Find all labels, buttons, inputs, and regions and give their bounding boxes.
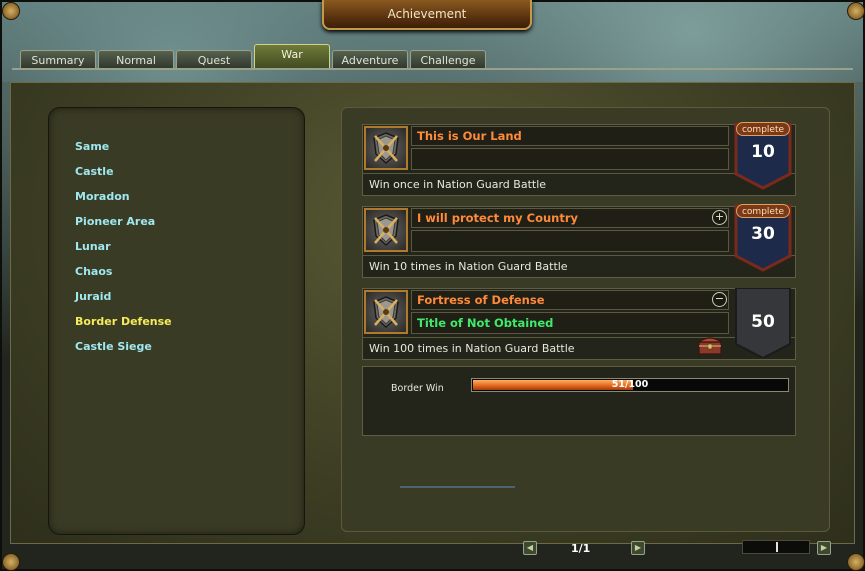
category-lunar[interactable]: Lunar (75, 240, 111, 253)
tab-adventure[interactable]: Adventure (332, 50, 408, 69)
achievement-item[interactable]: Fortress of Defense Title of Not Obtaine… (362, 288, 796, 360)
corner-ornament-bottom-left (2, 553, 20, 571)
category-panel: Same Castle Moradon Pioneer Area Lunar C… (48, 107, 305, 535)
shield-crossed-swords-icon (364, 126, 408, 170)
category-pioneer-area[interactable]: Pioneer Area (75, 215, 155, 228)
scroll-right-button[interactable]: ▶ (817, 541, 831, 555)
achievement-points: 30 (751, 224, 775, 244)
scroll-thumb[interactable] (776, 542, 778, 552)
tab-quest[interactable]: Quest (176, 50, 252, 69)
progress-panel: Border Win 51/100 (362, 366, 796, 436)
divider (400, 486, 515, 488)
complete-badge: complete (736, 204, 790, 218)
page-indicator: 1/1 (571, 542, 591, 555)
tab-normal[interactable]: Normal (98, 50, 174, 69)
achievement-item[interactable]: This is Our Land Win once in Nation Guar… (362, 122, 796, 196)
achievement-description: Win 100 times in Nation Guard Battle (362, 337, 796, 359)
corner-ornament-top-right (847, 2, 865, 20)
achievement-points: 50 (751, 312, 775, 332)
achievement-points: 10 (751, 142, 775, 162)
achievement-subtitle: Title of Not Obtained (411, 312, 729, 334)
corner-ornament-top-left (2, 2, 20, 20)
achievement-description: Win 10 times in Nation Guard Battle (362, 255, 796, 277)
next-page-button[interactable]: ▶ (631, 541, 645, 555)
prev-page-button[interactable]: ◀ (523, 541, 537, 555)
category-border-defense[interactable]: Border Defense (75, 315, 172, 328)
achievement-title: Fortress of Defense (411, 290, 729, 310)
category-chaos[interactable]: Chaos (75, 265, 112, 278)
scroll-track[interactable] (742, 540, 810, 554)
tab-war[interactable]: War (254, 44, 330, 69)
achievement-subtitle (411, 230, 729, 252)
tab-bar: Summary Normal Quest War Adventure Chall… (18, 44, 848, 69)
category-castle-siege[interactable]: Castle Siege (75, 340, 152, 353)
points-badge: 50 (732, 288, 794, 358)
progress-label: Border Win (391, 383, 444, 394)
points-badge: complete 30 (732, 202, 794, 272)
points-badge: complete 10 (732, 120, 794, 190)
shield-crossed-swords-icon (364, 290, 408, 334)
tab-summary[interactable]: Summary (20, 50, 96, 69)
achievement-description: Win once in Nation Guard Battle (362, 173, 796, 195)
achievement-item[interactable]: I will protect my Country Win 10 times i… (362, 204, 796, 278)
expand-plus-icon[interactable]: + (712, 210, 727, 225)
progress-bar: 51/100 (471, 378, 789, 392)
category-castle[interactable]: Castle (75, 165, 114, 178)
window-title: Achievement (322, 0, 532, 30)
achievement-title: This is Our Land (411, 126, 729, 146)
tab-divider (12, 68, 853, 70)
category-same[interactable]: Same (75, 140, 109, 153)
shield-crossed-swords-icon (364, 208, 408, 252)
category-juraid[interactable]: Juraid (75, 290, 111, 303)
complete-badge: complete (736, 122, 790, 136)
category-moradon[interactable]: Moradon (75, 190, 130, 203)
corner-ornament-bottom-right (847, 553, 865, 571)
achievement-subtitle (411, 148, 729, 170)
treasure-chest-icon[interactable] (697, 334, 723, 356)
achievement-title: I will protect my Country (411, 208, 729, 228)
progress-text: 51/100 (611, 379, 649, 390)
tab-challenge[interactable]: Challenge (410, 50, 486, 69)
collapse-minus-icon[interactable]: − (712, 292, 727, 307)
